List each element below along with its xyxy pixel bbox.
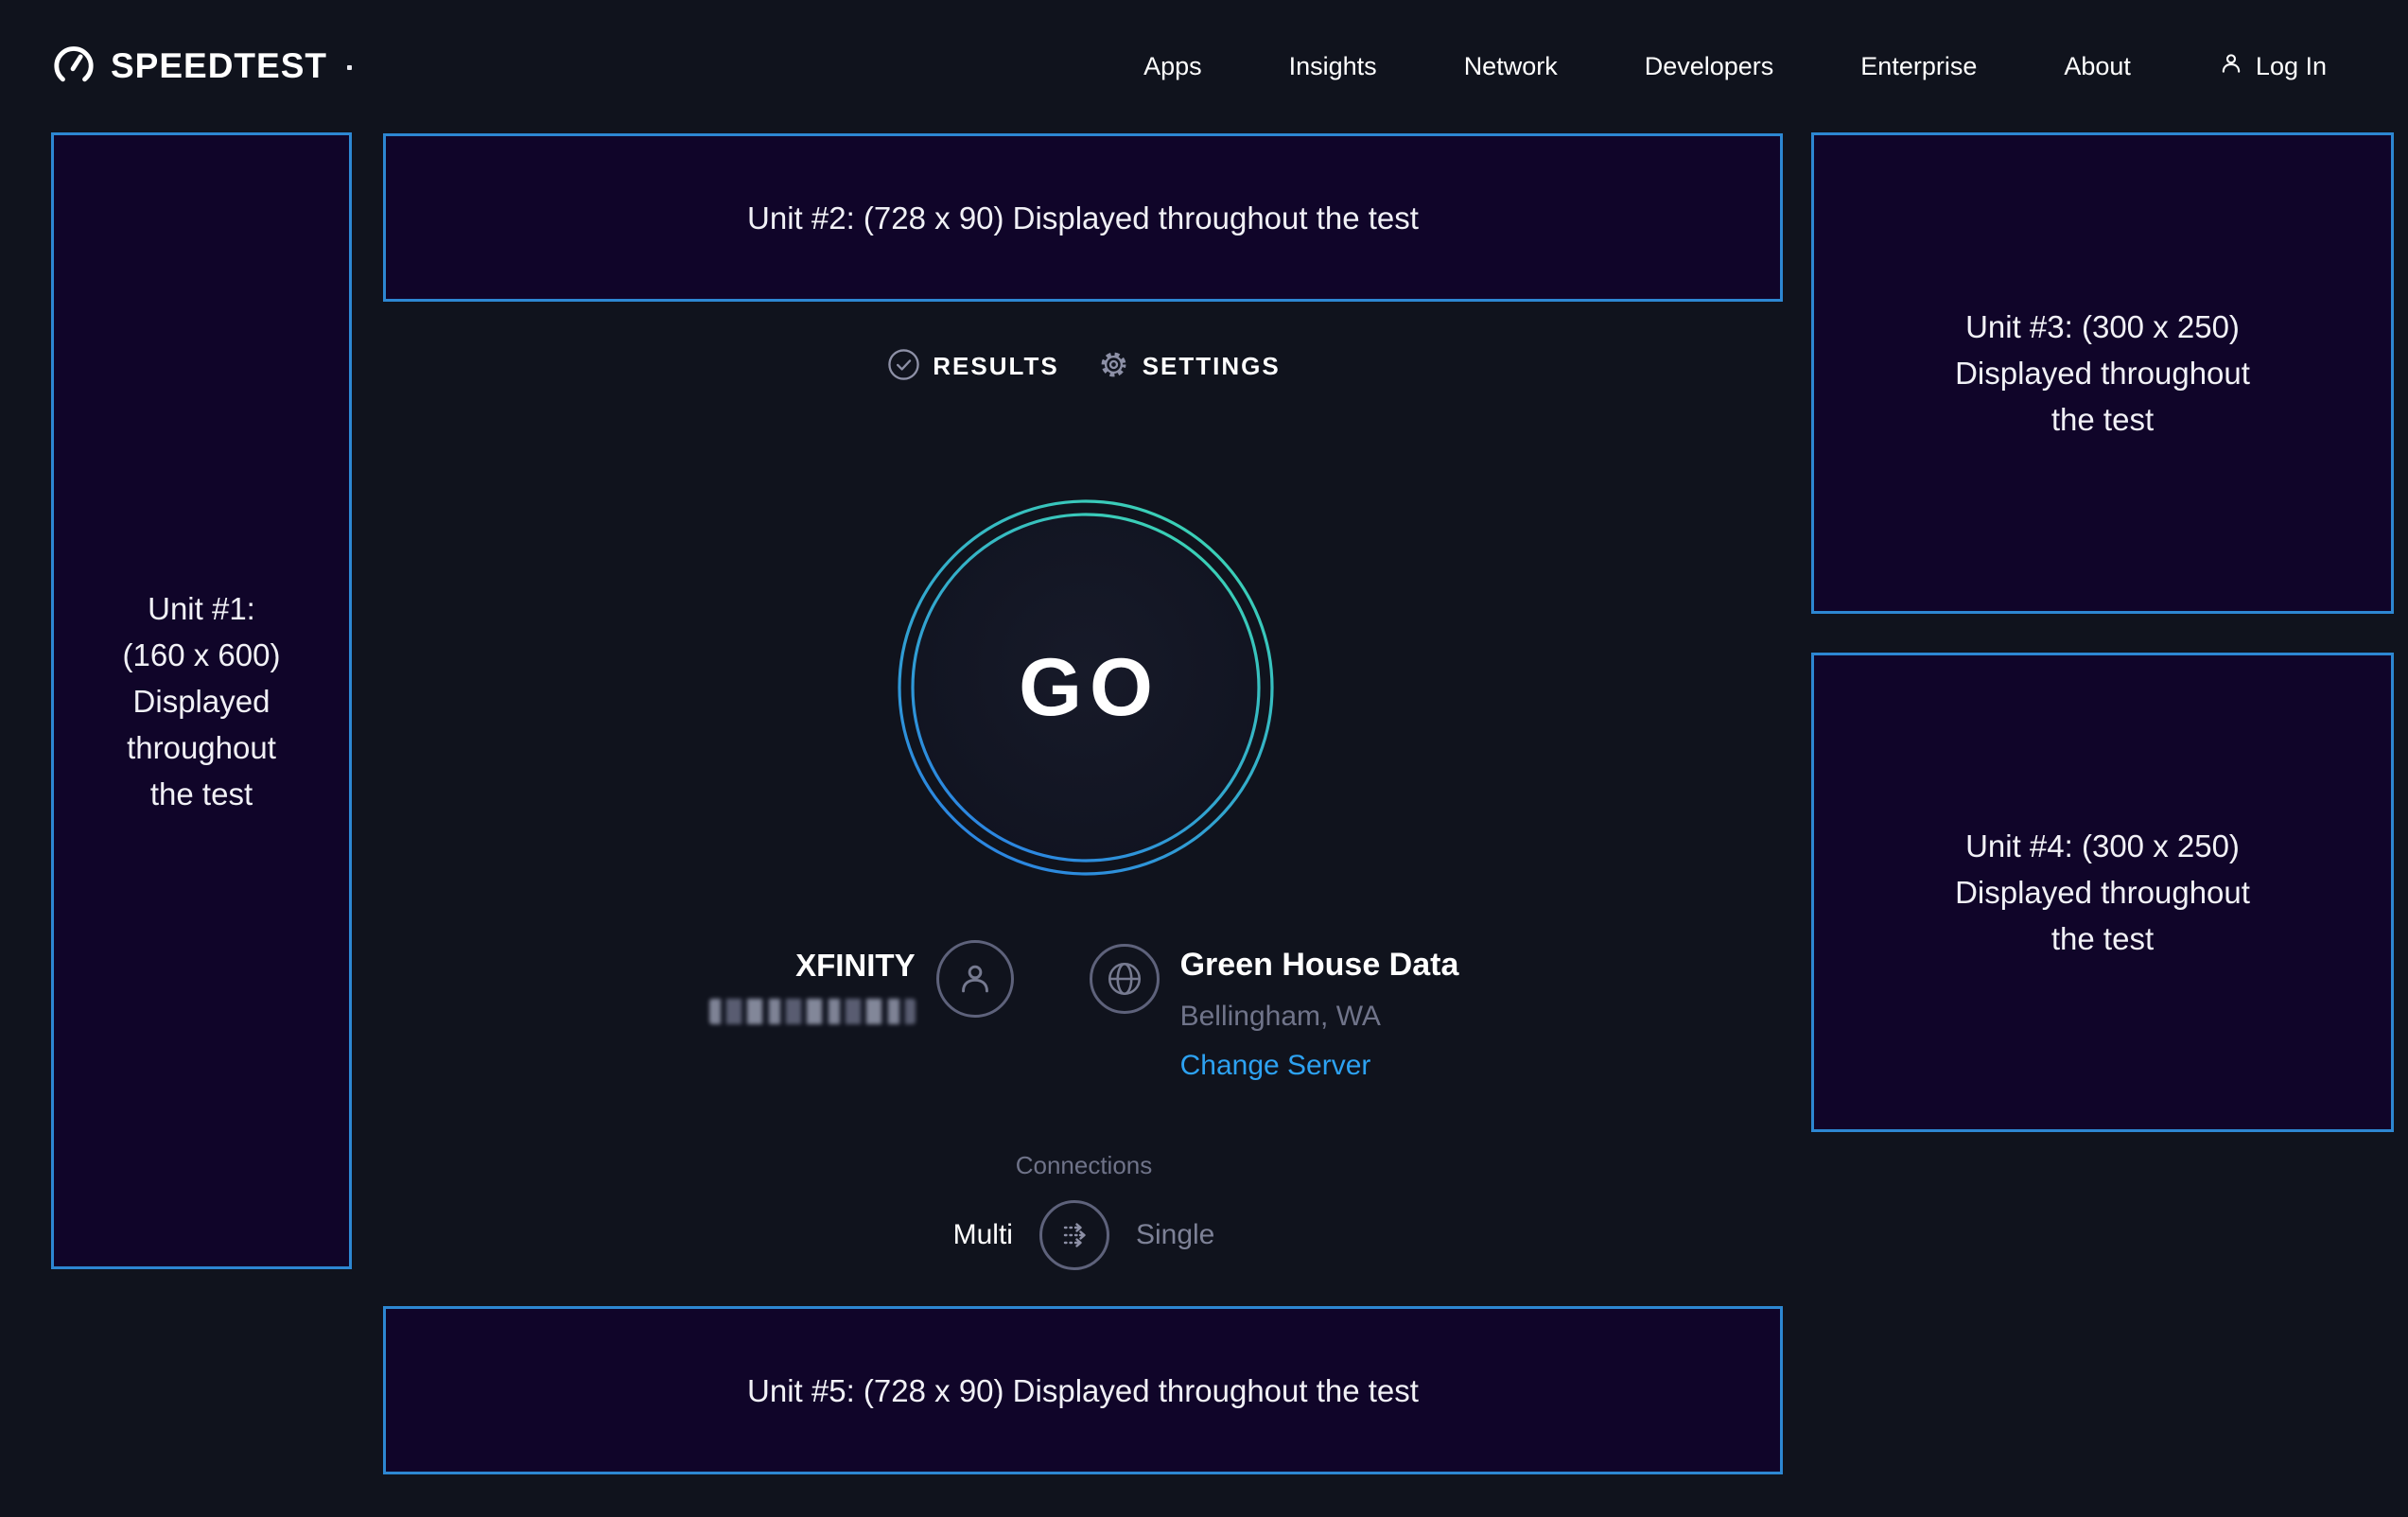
nav-login-label: Log In [2256,52,2327,81]
connections-multi-option[interactable]: Multi [953,1219,1013,1251]
nav-menu: Apps Insights Network Developers Enterpr… [1143,50,2327,83]
nav-item-apps[interactable]: Apps [1143,52,1202,81]
nav-item-insights[interactable]: Insights [1289,52,1377,81]
server-location: Bellingham, WA [1180,1001,1459,1033]
ad-unit-4[interactable]: Unit #4: (300 x 250) Displayed throughou… [1811,653,2394,1132]
tab-results[interactable]: RESULTS [887,348,1058,384]
ad-unit-2[interactable]: Unit #2: (728 x 90) Displayed throughout… [383,133,1783,302]
tab-results-label: RESULTS [933,352,1058,381]
top-nav: SPEEDTEST Apps Insights Network Develope… [0,0,2408,132]
tabs-row: RESULTS SETTINGS [358,348,1810,384]
person-icon [2218,50,2244,83]
multi-connection-toggle-icon[interactable] [1039,1200,1109,1270]
ad-unit-5-label: Unit #5: (728 x 90) Displayed throughout… [747,1368,1419,1414]
nav-item-enterprise[interactable]: Enterprise [1860,52,1977,81]
connections-single-option[interactable]: Single [1136,1219,1214,1251]
connections-section: Connections Multi Single [358,1151,1810,1270]
ad-unit-1-label: Unit #1: (160 x 600) Displayed throughou… [123,585,281,817]
change-server-link[interactable]: Change Server [1180,1050,1459,1082]
nav-item-about[interactable]: About [2064,52,2131,81]
go-button-label: GO [897,498,1275,877]
ad-unit-5[interactable]: Unit #5: (728 x 90) Displayed throughout… [383,1306,1783,1474]
trademark-mark [347,65,352,70]
ad-unit-1[interactable]: Unit #1: (160 x 600) Displayed throughou… [51,132,352,1269]
speedtest-logo[interactable]: SPEEDTEST [52,44,352,90]
ad-unit-4-label: Unit #4: (300 x 250) Displayed throughou… [1955,823,2250,962]
tab-settings[interactable]: SETTINGS [1097,348,1281,384]
ad-unit-2-label: Unit #2: (728 x 90) Displayed throughout… [747,195,1419,241]
user-icon [936,940,1014,1018]
nav-login[interactable]: Log In [2218,50,2327,83]
server-name: Green House Data [1180,947,1459,984]
logo-text: SPEEDTEST [111,46,327,86]
nav-item-developers[interactable]: Developers [1645,52,1774,81]
connections-label: Connections [358,1151,1810,1180]
provider-row: XFINITY Green House Data Bellingham, WA … [358,936,1810,1082]
go-button[interactable]: GO [897,498,1275,877]
gear-icon [1097,348,1130,384]
server-info: Green House Data Bellingham, WA Change S… [1090,936,1459,1082]
nav-item-network[interactable]: Network [1464,52,1558,81]
isp-info: XFINITY [709,936,1014,1024]
check-circle-icon [887,348,920,384]
speedtest-gauge-icon [52,44,96,90]
tab-settings-label: SETTINGS [1143,352,1281,381]
ip-address-redacted [709,999,916,1024]
ad-unit-3-label: Unit #3: (300 x 250) Displayed throughou… [1955,304,2250,443]
ad-unit-3[interactable]: Unit #3: (300 x 250) Displayed throughou… [1811,132,2394,614]
globe-icon [1090,944,1160,1014]
isp-name: XFINITY [709,948,916,984]
